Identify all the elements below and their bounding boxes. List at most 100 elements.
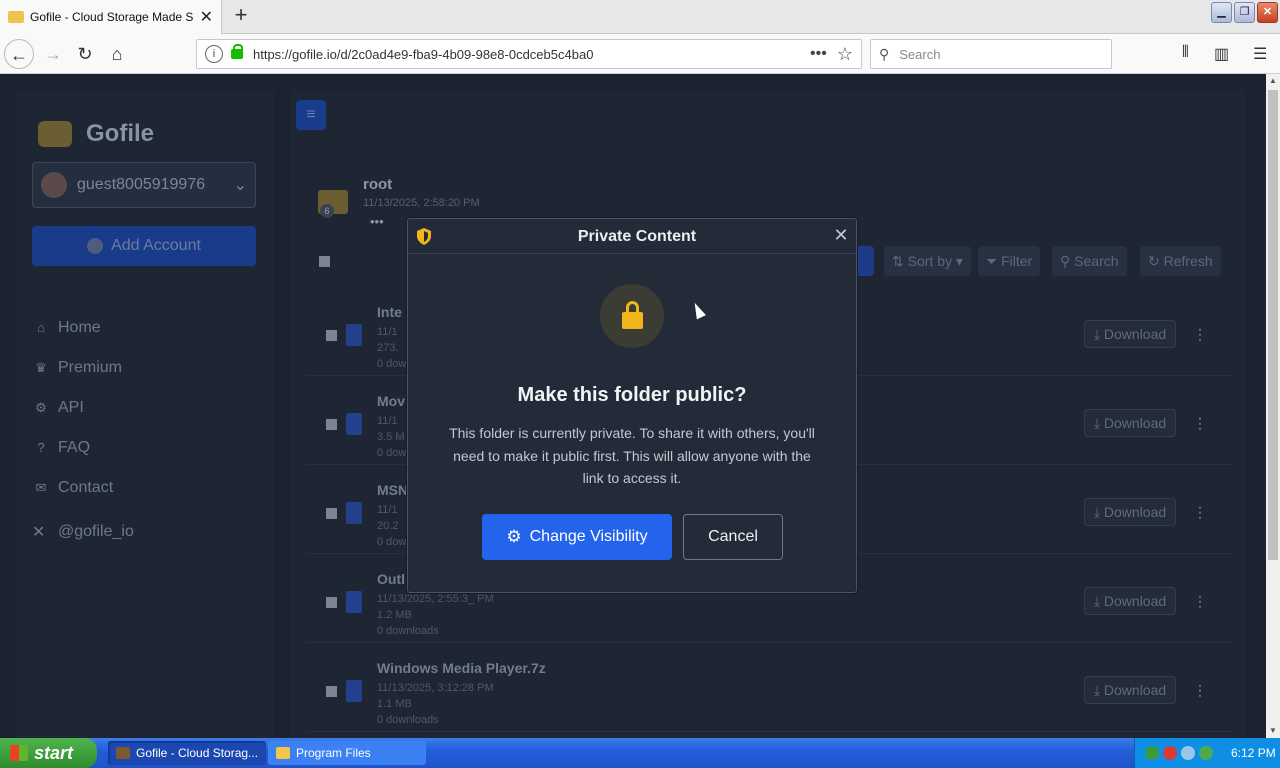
menu-hamburger-icon[interactable]: ☰	[1253, 44, 1267, 64]
sidebar-item-label: Home	[58, 319, 101, 336]
browser-search-placeholder: Search	[899, 46, 941, 62]
windows-flag-icon	[10, 745, 28, 761]
file-name[interactable]: Inte	[377, 304, 402, 320]
chevron-down-icon: ⌄	[233, 177, 247, 194]
network-tray-icon[interactable]	[1145, 746, 1159, 760]
sort-by-button[interactable]: ⇅ Sort by ▾	[884, 246, 971, 276]
social-handle: @gofile_io	[58, 523, 134, 540]
refresh-button[interactable]: ↻ Refresh	[1140, 246, 1221, 276]
download-button[interactable]: ⤓ Download	[1084, 498, 1176, 526]
gofile-logo-icon	[38, 121, 72, 147]
tools-tray-icon[interactable]	[1181, 746, 1195, 760]
sidebar-item-home[interactable]: ⌂ Home	[32, 308, 122, 348]
browser-tab-gofile[interactable]: Gofile - Cloud Storage Made Simple ✕	[0, 0, 222, 34]
search-icon: ⚲	[1060, 252, 1075, 269]
close-window-button[interactable]: ✕	[1257, 2, 1278, 23]
file-icon	[346, 591, 362, 613]
change-visibility-button[interactable]: ⚙ Change Visibility	[482, 514, 672, 560]
folder-name: root	[363, 176, 393, 193]
more-options-icon[interactable]: ⋮	[1186, 587, 1214, 615]
close-icon[interactable]: ✕	[832, 225, 850, 245]
more-options-icon[interactable]: ⋮	[1186, 498, 1214, 526]
forward-button[interactable]: →	[38, 39, 68, 69]
sidebar-item-api[interactable]: ⚙ API	[32, 388, 122, 428]
sidebar-toggle-button[interactable]: ≡	[296, 100, 326, 130]
modal-heading: Make this folder public?	[517, 384, 747, 406]
restore-button[interactable]: ❐	[1234, 2, 1255, 23]
file-checkbox[interactable]	[326, 508, 337, 519]
sidebar-item-label: Contact	[58, 479, 114, 496]
download-label: Download	[1103, 326, 1167, 342]
file-name[interactable]: Windows Media Player.7z	[377, 660, 546, 676]
file-name[interactable]: MSN	[377, 482, 408, 498]
taskbar-task-program-files[interactable]: Program Files	[268, 741, 426, 765]
account-username: guest8005919976	[77, 176, 206, 193]
more-options-icon[interactable]: ⋮	[1186, 409, 1214, 437]
reload-button[interactable]: ↻	[70, 39, 100, 69]
scrollbar-thumb[interactable]	[1268, 90, 1278, 560]
folder-options-icon[interactable]: •••	[370, 214, 384, 229]
file-name[interactable]: Outl	[377, 571, 405, 587]
more-options-icon[interactable]: ⋮	[1186, 320, 1214, 348]
page-scrollbar[interactable]: ▲ ▼	[1266, 74, 1280, 738]
add-account-button[interactable]: Add Account	[32, 226, 256, 266]
close-tab-icon[interactable]: ✕	[200, 7, 213, 27]
browser-search-box[interactable]: ⚲ Search	[870, 39, 1112, 69]
avatar	[41, 172, 67, 198]
sidebar-item-contact[interactable]: ✉ Contact	[32, 468, 122, 508]
address-url[interactable]: https://gofile.io/d/2c0ad4e9-fba9-4b09-9…	[253, 47, 810, 62]
file-date: 11/13/2025, 3:12:28 PM	[377, 682, 494, 694]
filter-button[interactable]: ⏷ Filter	[978, 246, 1041, 276]
modal-header: Private Content ✕	[408, 219, 856, 254]
page-actions-icon[interactable]: •••	[810, 45, 827, 63]
browser-tab-bar: Gofile - Cloud Storage Made Simple ✕ + ▁…	[0, 0, 1280, 34]
start-button[interactable]: start	[0, 738, 97, 768]
taskbar-task-gofile[interactable]: Gofile - Cloud Storag...	[108, 741, 266, 765]
sidebar-item-premium[interactable]: ♛ Premium	[32, 348, 122, 388]
search-files-label: Search	[1074, 253, 1119, 269]
select-all-checkbox[interactable]	[319, 256, 330, 267]
security-tray-icon[interactable]	[1163, 746, 1177, 760]
download-button[interactable]: ⤓ Download	[1084, 676, 1176, 704]
scroll-down-icon[interactable]: ▼	[1266, 724, 1280, 738]
file-checkbox[interactable]	[326, 330, 337, 341]
file-size: 3.5 M	[377, 431, 405, 443]
address-bar[interactable]: i https://gofile.io/d/2c0ad4e9-fba9-4b09…	[196, 39, 862, 69]
file-row[interactable]: Windows Media Player.7z 11/13/2025, 3:12…	[306, 646, 1232, 732]
file-size: 1.1 MB	[377, 698, 412, 710]
info-icon[interactable]: i	[205, 45, 223, 63]
download-icon: ⤓	[1093, 503, 1104, 520]
file-name[interactable]: Mov	[377, 393, 405, 409]
download-button[interactable]: ⤓ Download	[1084, 409, 1176, 437]
file-checkbox[interactable]	[326, 686, 337, 697]
social-link-x[interactable]: ✕ @gofile_io	[32, 522, 134, 542]
crown-icon: ♛	[35, 360, 47, 375]
file-date: 11/1	[377, 326, 398, 338]
file-checkbox[interactable]	[326, 419, 337, 430]
new-tab-button[interactable]: +	[228, 4, 254, 28]
download-button[interactable]: ⤓ Download	[1084, 587, 1176, 615]
sidebar-toggle-icon[interactable]: ▥	[1214, 44, 1229, 64]
download-button[interactable]: ⤓ Download	[1084, 320, 1176, 348]
bookmark-star-icon[interactable]: ☆	[837, 44, 853, 65]
update-tray-icon[interactable]	[1199, 746, 1213, 760]
account-selector[interactable]: guest8005919976 ⌄	[32, 162, 256, 208]
search-files-button[interactable]: ⚲ Search	[1052, 246, 1127, 276]
refresh-label: Refresh	[1163, 253, 1213, 269]
change-visibility-label: Change Visibility	[529, 528, 648, 545]
back-button[interactable]: ←	[4, 39, 34, 69]
library-icon[interactable]: ⫴	[1182, 44, 1189, 62]
file-checkbox[interactable]	[326, 597, 337, 608]
sort-icon: ⇅	[892, 252, 908, 269]
sidebar-item-faq[interactable]: ? FAQ	[32, 428, 122, 468]
cancel-button[interactable]: Cancel	[683, 514, 783, 560]
more-options-icon[interactable]: ⋮	[1186, 676, 1214, 704]
minimize-button[interactable]: ▁	[1211, 2, 1232, 23]
brand-name: Gofile	[86, 120, 155, 147]
home-button[interactable]: ⌂	[102, 39, 132, 69]
modal-title: Private Content	[577, 228, 697, 245]
brand-logo[interactable]: Gofile	[38, 120, 154, 148]
scroll-up-icon[interactable]: ▲	[1266, 74, 1280, 88]
lock-icon	[622, 312, 643, 329]
window-controls: ▁ ❐ ✕	[1211, 2, 1278, 23]
